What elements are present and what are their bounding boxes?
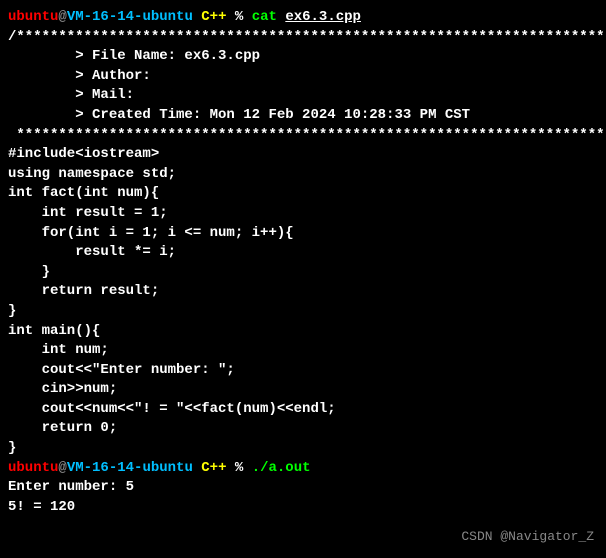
code-line: return result; xyxy=(8,282,598,302)
code-line: cin>>num; xyxy=(8,380,598,400)
dir: C++ xyxy=(201,460,226,476)
user: ubuntu xyxy=(8,9,58,25)
mail-line: > Mail: xyxy=(8,86,598,106)
code-line: using namespace std; xyxy=(8,165,598,185)
file-name-line: > File Name: ex6.3.cpp xyxy=(8,47,598,67)
code-line: } xyxy=(8,302,598,322)
comment-top-border: /***************************************… xyxy=(8,28,598,48)
comment-bot-border: ****************************************… xyxy=(8,126,598,146)
code-line: int result = 1; xyxy=(8,204,598,224)
dir: C++ xyxy=(201,9,226,25)
code-line: result *= i; xyxy=(8,243,598,263)
code-line: return 0; xyxy=(8,419,598,439)
created-time-line: > Created Time: Mon 12 Feb 2024 10:28:33… xyxy=(8,106,598,126)
command: ./a.out xyxy=(252,460,311,476)
argument: ex6.3.cpp xyxy=(285,9,361,25)
code-line: int fact(int num){ xyxy=(8,184,598,204)
at-sign: @ xyxy=(58,9,66,25)
watermark: CSDN @Navigator_Z xyxy=(461,528,594,546)
percent: % xyxy=(235,460,243,476)
prompt-line-1[interactable]: ubuntu@VM-16-14-ubuntu C++ % cat ex6.3.c… xyxy=(8,8,598,28)
author-line: > Author: xyxy=(8,67,598,87)
code-line: int main(){ xyxy=(8,322,598,342)
code-line: } xyxy=(8,439,598,459)
code-line: cout<<"Enter number: "; xyxy=(8,361,598,381)
code-line: cout<<num<<"! = "<<fact(num)<<endl; xyxy=(8,400,598,420)
code-line: #include<iostream> xyxy=(8,145,598,165)
user: ubuntu xyxy=(8,460,58,476)
percent: % xyxy=(235,9,243,25)
output-line: Enter number: 5 xyxy=(8,478,598,498)
host: VM-16-14-ubuntu xyxy=(67,9,193,25)
at-sign: @ xyxy=(58,460,66,476)
code-line: int num; xyxy=(8,341,598,361)
host: VM-16-14-ubuntu xyxy=(67,460,193,476)
code-line: for(int i = 1; i <= num; i++){ xyxy=(8,224,598,244)
prompt-line-2[interactable]: ubuntu@VM-16-14-ubuntu C++ % ./a.out xyxy=(8,459,598,479)
command: cat xyxy=(252,9,277,25)
output-line: 5! = 120 xyxy=(8,498,598,518)
code-line: } xyxy=(8,263,598,283)
